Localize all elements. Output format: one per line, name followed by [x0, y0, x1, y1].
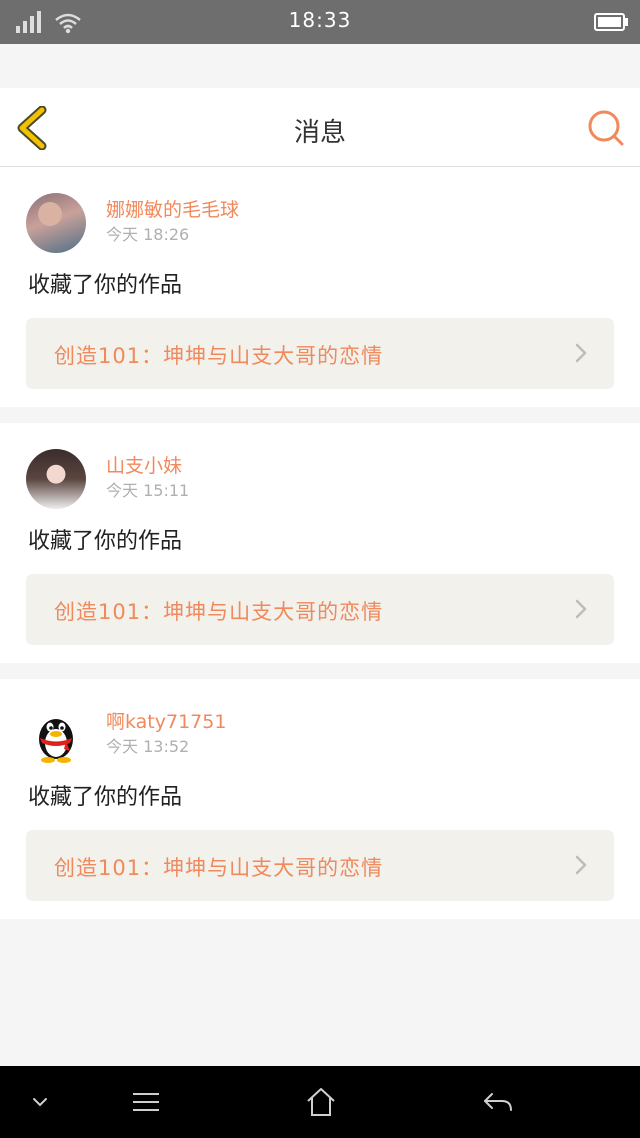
chevron-right-icon [575, 599, 587, 619]
message-action: 收藏了你的作品 [28, 785, 183, 810]
work-card[interactable]: 创造101：坤坤与山支大哥的恋情 [26, 830, 614, 901]
work-title: 创造101：坤坤与山支大哥的恋情 [54, 344, 384, 368]
message-time: 今天 18:26 [106, 225, 190, 244]
work-card[interactable]: 创造101：坤坤与山支大哥的恋情 [26, 318, 614, 389]
message-action: 收藏了你的作品 [28, 529, 183, 554]
home-icon[interactable] [305, 1086, 337, 1118]
system-nav-bar [0, 1066, 640, 1138]
username[interactable]: 娜娜敏的毛毛球 [106, 195, 239, 222]
status-time: 18:33 [288, 8, 352, 32]
chevron-down-icon[interactable] [30, 1086, 50, 1118]
menu-icon[interactable] [130, 1086, 162, 1118]
message-item: 山支小妹 今天 15:11 收藏了你的作品 创造101：坤坤与山支大哥的恋情 [0, 423, 640, 663]
chevron-right-icon [575, 855, 587, 875]
message-time: 今天 15:11 [106, 481, 190, 500]
work-title: 创造101：坤坤与山支大哥的恋情 [54, 856, 384, 880]
penguin-icon [39, 719, 73, 763]
battery-icon [594, 13, 628, 31]
work-title: 创造101：坤坤与山支大哥的恋情 [54, 600, 384, 624]
username[interactable]: 山支小妹 [106, 451, 182, 478]
avatar[interactable] [26, 193, 86, 253]
status-bar: 18:33 [0, 0, 640, 44]
back-icon[interactable] [482, 1086, 514, 1118]
message-time: 今天 13:52 [106, 737, 190, 756]
message-item: 娜娜敏的毛毛球 今天 18:26 收藏了你的作品 创造101：坤坤与山支大哥的恋… [0, 167, 640, 407]
search-icon[interactable] [586, 108, 626, 148]
message-item: 啊katy71751 今天 13:52 收藏了你的作品 创造101：坤坤与山支大… [0, 679, 640, 919]
header-bar: 消息 [0, 88, 640, 167]
work-card[interactable]: 创造101：坤坤与山支大哥的恋情 [26, 574, 614, 645]
qq-penguin-avatar[interactable] [26, 705, 86, 765]
avatar[interactable] [26, 449, 86, 509]
username[interactable]: 啊katy71751 [106, 707, 226, 734]
page-title: 消息 [293, 118, 346, 148]
chevron-right-icon [575, 343, 587, 363]
message-action: 收藏了你的作品 [28, 273, 183, 298]
